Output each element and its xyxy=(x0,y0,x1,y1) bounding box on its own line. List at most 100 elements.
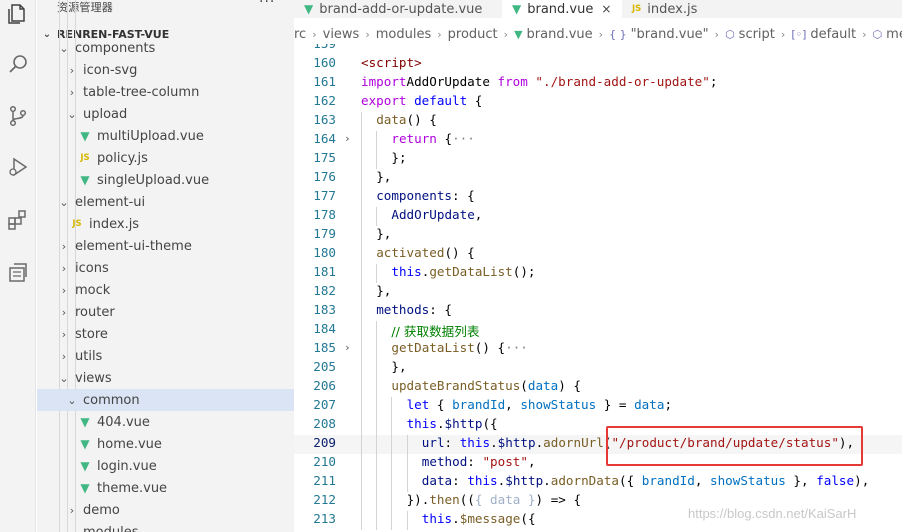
code-line: 205}, xyxy=(294,359,902,378)
indent-guide xyxy=(361,492,362,511)
indent-guide xyxy=(361,378,362,397)
extensions-icon[interactable] xyxy=(0,202,36,238)
line-number: 162 xyxy=(313,93,336,108)
tree-file[interactable]: ▼ singleUpload.vue xyxy=(37,169,294,191)
indent-guide xyxy=(376,359,378,378)
indent-guide xyxy=(391,397,393,416)
activity-bar xyxy=(0,0,36,532)
tree-folder[interactable]: ⌄ components xyxy=(37,37,294,59)
tree-folder[interactable]: › store xyxy=(37,323,294,345)
tree-item-label: common xyxy=(83,392,140,408)
indent-guide xyxy=(406,473,408,492)
breadcrumb-item[interactable]: rc xyxy=(294,27,306,42)
tree-file[interactable]: ▼ login.vue xyxy=(37,455,294,477)
explorer-files-icon[interactable] xyxy=(0,0,36,32)
tab-brand-vue[interactable]: ▼ brand.vue × xyxy=(502,0,622,18)
tree-folder[interactable]: › element-ui-theme xyxy=(37,235,294,257)
search-icon[interactable] xyxy=(0,46,36,82)
remote-explorer-icon[interactable] xyxy=(0,254,36,290)
tree-file[interactable]: ▼ theme.vue xyxy=(37,477,294,499)
code-line: 207 let { brandId, showStatus } = data; xyxy=(294,397,902,416)
chevron-right-icon: › xyxy=(69,85,75,99)
indent-guide xyxy=(391,511,393,530)
indent-guide xyxy=(361,226,362,245)
breadcrumb-item[interactable]: product xyxy=(448,27,498,42)
line-number: 160 xyxy=(313,55,336,70)
code-text: AddOrUpdate, xyxy=(391,207,483,222)
tree-file[interactable]: ▼ multiUpload.vue xyxy=(37,125,294,147)
line-number: 177 xyxy=(313,188,336,203)
close-icon[interactable]: × xyxy=(601,2,611,16)
tree-folder[interactable]: ⌄ views xyxy=(37,367,294,389)
run-debug-icon[interactable] xyxy=(0,149,36,185)
line-number: 176 xyxy=(313,169,336,184)
tree-file[interactable]: JS index.js xyxy=(37,213,294,235)
vue-file-icon: ▼ xyxy=(80,129,90,143)
tree-item-label: upload xyxy=(83,106,128,122)
tree-file[interactable]: ▼ 404.vue xyxy=(37,411,294,433)
indent-guide xyxy=(361,112,362,131)
tree-folder[interactable]: ⌄ modules xyxy=(37,521,294,532)
indent-guide xyxy=(376,150,378,169)
watermark: https://blog.csdn.net/KaiSarH xyxy=(688,506,857,521)
indent-guide xyxy=(361,321,362,340)
more-actions-button[interactable]: ··· xyxy=(259,0,275,10)
breadcrumb-item[interactable]: views xyxy=(323,27,360,42)
fold-chevron-icon[interactable]: › xyxy=(344,341,351,354)
indent-guide xyxy=(391,454,393,473)
tree-folder[interactable]: › icons xyxy=(37,257,294,279)
indent-guide xyxy=(376,264,378,283)
tree-item-label: icons xyxy=(75,260,109,276)
chevron-right-icon: › xyxy=(69,63,75,77)
breadcrumb-symbol[interactable]: default xyxy=(810,27,856,42)
chevron-down-icon: ⌄ xyxy=(67,393,77,407)
code-line: 208 this.$http({ xyxy=(294,416,902,435)
line-number: 212 xyxy=(313,492,336,507)
code-text: // 获取数据列表 xyxy=(391,324,480,339)
fold-chevron-icon[interactable]: › xyxy=(344,132,351,145)
tab-brand-add-or-update[interactable]: ▼ brand-add-or-update.vue xyxy=(294,0,502,18)
line-number: 181 xyxy=(313,264,336,279)
indent-guide xyxy=(361,245,362,264)
tree-folder[interactable]: › mock xyxy=(37,279,294,301)
indent-guide xyxy=(361,359,362,378)
tree-folder[interactable]: › router xyxy=(37,301,294,323)
tree-folder[interactable]: ⌄ element-ui xyxy=(37,191,294,213)
line-number: 163 xyxy=(313,112,336,127)
line-number: 161 xyxy=(313,74,336,89)
chevron-down-icon: ⌄ xyxy=(59,195,69,209)
indent-guide xyxy=(376,511,378,530)
code-text: updateBrandStatus(data) { xyxy=(391,378,581,393)
chevron-right-icon: › xyxy=(780,27,786,41)
tree-folder[interactable]: ⌄ upload xyxy=(37,103,294,125)
chevron-right-icon: › xyxy=(61,283,67,297)
tree-folder[interactable]: › table-tree-column xyxy=(37,81,294,103)
chevron-right-icon: › xyxy=(312,27,317,41)
tree-item-label: icon-svg xyxy=(83,62,138,78)
vue-file-icon: ▼ xyxy=(514,27,523,41)
tree-folder[interactable]: › demo xyxy=(37,499,294,521)
code-editor[interactable]: 159 160 <script> 161 importAddOrUpdate from … xyxy=(294,44,902,532)
line-number: 179 xyxy=(313,226,336,241)
tree-folder[interactable]: › utils xyxy=(37,345,294,367)
vue-file-icon: ▼ xyxy=(80,481,90,495)
breadcrumb-item[interactable]: modules xyxy=(376,27,432,42)
tree-file[interactable]: ▼ home.vue xyxy=(37,433,294,455)
line-number: 211 xyxy=(313,473,336,488)
vue-file-icon: ▼ xyxy=(512,2,522,16)
source-control-icon[interactable] xyxy=(0,98,36,134)
tree-folder[interactable]: › icon-svg xyxy=(37,59,294,81)
indent-guide xyxy=(361,283,362,302)
tree-item-label: router xyxy=(75,304,115,320)
vue-file-icon: ▼ xyxy=(80,437,90,451)
breadcrumb-symbol[interactable]: "brand.vue" xyxy=(631,27,709,42)
breadcrumb-symbol[interactable]: methods xyxy=(886,27,902,42)
chevron-right-icon: › xyxy=(61,305,67,319)
tree-item-label: element-ui-theme xyxy=(75,238,192,254)
breadcrumb-symbol[interactable]: script xyxy=(739,27,775,42)
tree-file[interactable]: JS policy.js xyxy=(37,147,294,169)
code-text: }, xyxy=(376,169,392,184)
tab-index-js[interactable]: JS index.js xyxy=(622,0,740,18)
breadcrumb-file[interactable]: brand.vue xyxy=(527,27,593,42)
tree-folder[interactable]: ⌄ common xyxy=(37,389,294,411)
